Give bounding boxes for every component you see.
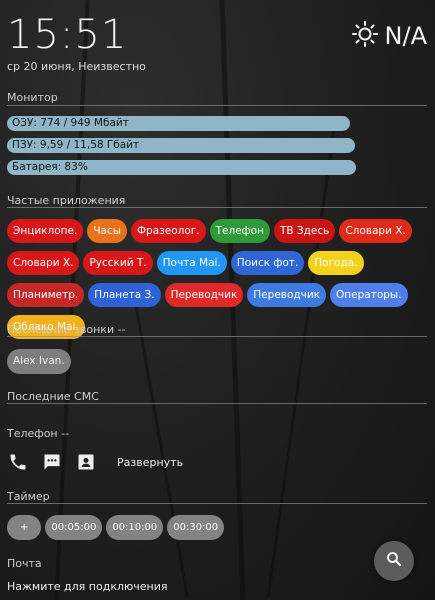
app-shortcut[interactable]: Погода. bbox=[308, 251, 364, 275]
timer-preset-button[interactable]: 00:10:00 bbox=[106, 515, 164, 540]
clock-widget: 15:51 N/A bbox=[7, 12, 427, 62]
app-shortcut[interactable]: Словари Х. bbox=[7, 251, 80, 275]
monitor-title: Монитор bbox=[7, 91, 58, 104]
search-button[interactable] bbox=[374, 541, 414, 581]
weather-value: N/A bbox=[384, 22, 427, 50]
sms-title: Последние СМС bbox=[7, 390, 99, 403]
apps-title: Частые приложения bbox=[7, 194, 126, 207]
app-shortcut[interactable]: ТВ Здесь bbox=[273, 219, 336, 243]
app-shortcut[interactable]: Фразеолог. bbox=[131, 219, 206, 243]
storage-bar[interactable]: ПЗУ: 9,59 / 11,58 Гбайт bbox=[7, 138, 355, 153]
mail-title: Почта bbox=[7, 557, 42, 570]
sun-icon bbox=[351, 20, 379, 52]
timer-preset-button[interactable]: 00:05:00 bbox=[45, 515, 103, 540]
app-shortcut[interactable]: Часы bbox=[87, 219, 128, 243]
app-shortcut[interactable]: Русский Т. bbox=[83, 251, 153, 275]
divider bbox=[7, 207, 427, 208]
app-shortcut[interactable]: Переводчик bbox=[247, 283, 327, 307]
ram-bar[interactable]: ОЗУ: 774 / 949 Мбайт bbox=[7, 116, 350, 131]
app-shortcut[interactable]: Поиск фот. bbox=[230, 251, 305, 275]
weather-widget[interactable]: N/A bbox=[351, 20, 427, 52]
clock-time[interactable]: 15:51 bbox=[7, 12, 127, 58]
timer-preset-button[interactable]: 00:30:00 bbox=[167, 515, 225, 540]
phone-actions: Развернуть bbox=[7, 451, 183, 473]
divider bbox=[7, 503, 427, 504]
expand-button[interactable]: Развернуть bbox=[117, 456, 183, 469]
add-timer-button[interactable]: + bbox=[7, 515, 42, 540]
app-shortcut[interactable]: Энциклопе. bbox=[7, 219, 84, 243]
app-shortcut[interactable]: Операторы. bbox=[330, 283, 408, 307]
app-shortcut[interactable]: Телефон bbox=[209, 219, 270, 243]
search-icon bbox=[385, 550, 403, 572]
recent-contact[interactable]: Alex Ivan. bbox=[7, 349, 71, 374]
timer-presets: + 00:05:00 00:10:00 00:30:00 bbox=[7, 515, 228, 540]
battery-bar[interactable]: Батарея: 83% bbox=[7, 160, 356, 175]
app-shortcut[interactable]: Словари Х. bbox=[339, 219, 412, 243]
divider bbox=[7, 403, 427, 404]
app-shortcut[interactable]: Планиметр. bbox=[7, 283, 85, 307]
app-shortcut[interactable]: Почта Mai. bbox=[156, 251, 227, 275]
background-tree bbox=[266, 122, 337, 598]
timer-title: Таймер bbox=[7, 490, 50, 503]
app-shortcut[interactable]: Планета З. bbox=[88, 283, 161, 307]
message-icon[interactable] bbox=[41, 451, 63, 473]
mail-connect-hint[interactable]: Нажмите для подключения bbox=[7, 580, 167, 593]
calls-title: Последние звонки -- bbox=[7, 323, 126, 336]
phone-title: Телефон -- bbox=[7, 427, 70, 440]
clock-date[interactable]: ср 20 июня, Неизвестно bbox=[7, 60, 146, 73]
divider bbox=[7, 105, 427, 106]
contacts-icon[interactable] bbox=[75, 451, 97, 473]
divider bbox=[7, 336, 427, 337]
phone-icon[interactable] bbox=[7, 451, 29, 473]
app-shortcut[interactable]: Переводчик bbox=[164, 283, 244, 307]
